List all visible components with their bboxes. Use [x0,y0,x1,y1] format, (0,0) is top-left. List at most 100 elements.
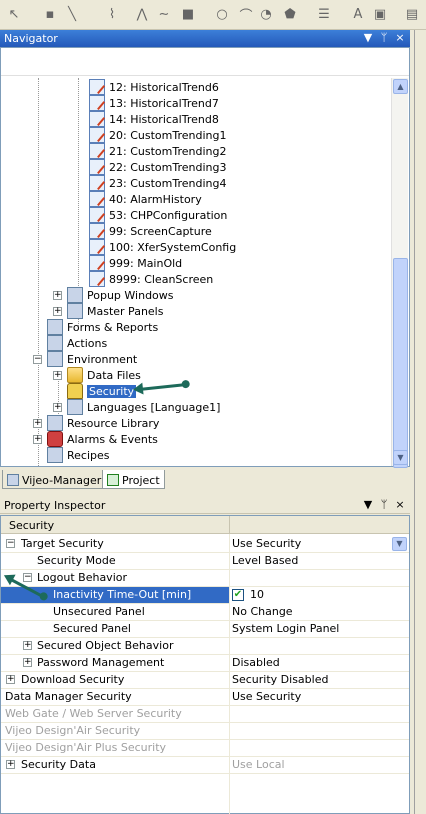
expand-icon[interactable]: + [33,419,42,428]
polyline-tool-icon[interactable]: ⌇ [104,6,120,22]
recipes-icon [47,447,63,463]
screen-icon [89,191,105,207]
expand-icon[interactable]: + [23,641,32,650]
tree-item-popup-windows[interactable]: Popup Windows [67,287,174,303]
enabled-checkbox[interactable]: ✔ [232,589,244,601]
resource-library-icon [47,415,63,431]
screen-icon [89,111,105,127]
expand-icon[interactable]: + [53,307,62,316]
expand-icon[interactable]: + [53,403,62,412]
tree-item-screen[interactable]: 14: HistoricalTrend8 [89,111,219,127]
tree-item-screen[interactable]: 23: CustomTrending4 [89,175,226,191]
tree-item-forms-reports[interactable]: Forms & Reports [47,319,158,335]
scroll-thumb[interactable] [393,258,408,468]
collapse-icon[interactable]: − [23,573,32,582]
tree-item-environment[interactable]: Environment [47,351,137,367]
point-tool-icon[interactable]: ▪ [42,6,58,22]
property-row-download-security[interactable]: + Download Security Security Disabled [1,672,409,689]
collapse-icon[interactable]: − [6,539,15,548]
tree-item-screen[interactable]: 20: CustomTrending1 [89,127,226,143]
tree-item-master-panels[interactable]: Master Panels [67,303,163,319]
property-row-design-air-security: Vijeo Design'Air Security [1,723,409,740]
property-row-security-mode[interactable]: Security Mode Level Based [1,553,409,570]
curve-tool-icon[interactable]: ∼ [156,6,172,22]
navigator-scrollbar[interactable]: ▲ ▼ [391,78,408,468]
polygon-tool-icon[interactable]: ⬟ [282,6,298,22]
expand-icon[interactable]: + [6,760,15,769]
property-inspector-title-bar: Property Inspector ▼ ᛘ × [0,497,410,514]
tree-item-screen[interactable]: 40: AlarmHistory [89,191,202,207]
screen-icon [89,143,105,159]
screen-icon [89,271,105,287]
property-row-target-security[interactable]: − Target Security Use Security ▼ [1,536,409,553]
adjacent-panel-edge [414,30,426,814]
tree-item-screen[interactable]: 8999: CleanScreen [89,271,213,287]
tree-item-languages[interactable]: Languages [Language1] [67,399,220,415]
text-tool-icon[interactable]: A [350,6,366,22]
pin-icon[interactable]: ᛘ [378,498,390,512]
tree-item-screen[interactable]: 53: CHPConfiguration [89,207,227,223]
actions-icon [47,335,63,351]
navigator-title: Navigator [4,32,58,45]
collapse-icon[interactable]: − [33,355,42,364]
expand-icon[interactable]: + [33,435,42,444]
screen-icon [89,223,105,239]
navigator-title-bar: Navigator ▼ ᛘ × [0,30,410,47]
tree-item-screen[interactable]: 22: CustomTrending3 [89,159,226,175]
tab-vijeo-manager[interactable]: Vijeo-Manager [2,470,107,489]
tree-item-screen[interactable]: 999: MainOld [89,255,182,271]
freeform-tool-icon[interactable]: ⋀ [134,6,150,22]
dropdown-icon[interactable]: ▼ [362,498,374,512]
tree-item-screen[interactable]: 21: CustomTrending2 [89,143,226,159]
bitmap-tool-icon[interactable]: ▤ [404,6,420,22]
arc-tool-icon[interactable]: ⌒ [238,6,254,24]
property-row-unsecured-panel[interactable]: Unsecured Panel No Change [1,604,409,621]
close-icon[interactable]: × [394,31,406,45]
property-row-logout-behavior[interactable]: − Logout Behavior [1,570,409,587]
tree-item-screen[interactable]: 13: HistoricalTrend7 [89,95,219,111]
tree-item-data-files[interactable]: Data Files [67,367,141,383]
tree-item-screen[interactable]: 12: HistoricalTrend6 [89,79,219,95]
project-tree: 12: HistoricalTrend6 13: HistoricalTrend… [1,78,391,466]
expand-icon[interactable]: + [53,291,62,300]
tree-item-alarms-events[interactable]: Alarms & Events [47,431,158,447]
line-tool-icon[interactable]: ╲ [64,6,80,22]
tree-item-resource-library[interactable]: Resource Library [47,415,159,431]
property-row-inactivity-timeout[interactable]: Inactivity Time-Out [min] [1,587,229,604]
drawing-toolbar: ↖ ▪ ╲ ⌇ ⋀ ∼ ■ ○ ⌒ ◔ ⬟ ☰ A ▣ ▤ [0,0,426,30]
rectangle-tool-icon[interactable]: ■ [180,6,196,22]
navigator-tabs: Vijeo-Manager Project [0,469,410,491]
inactivity-timeout-value[interactable]: ✔ 10 [232,588,264,601]
tree-item-recipes[interactable]: Recipes [47,447,110,463]
tree-item-screen[interactable]: 99: ScreenCapture [89,223,212,239]
close-icon[interactable]: × [394,498,406,512]
scroll-up-icon[interactable]: ▲ [393,79,408,94]
image-tool-icon[interactable]: ▣ [372,6,388,22]
screen-icon [89,255,105,271]
property-row-password-management[interactable]: + Password Management Disabled [1,655,409,672]
align-tool-icon[interactable]: ☰ [316,6,332,22]
expand-icon[interactable]: + [23,658,32,667]
tab-project[interactable]: Project [102,470,165,489]
dropdown-icon[interactable]: ▼ [392,537,407,551]
property-object-header: Security [1,516,409,534]
property-row-security-data[interactable]: + Security Data Use Local [1,757,409,774]
expand-icon[interactable]: + [53,371,62,380]
tree-item-security[interactable]: Security [67,383,137,399]
screen-icon [89,79,105,95]
pie-tool-icon[interactable]: ◔ [258,6,274,22]
expand-icon[interactable]: + [6,675,15,684]
property-row-design-air-plus-security: Vijeo Design'Air Plus Security [1,740,409,757]
property-row-secured-object-behavior[interactable]: + Secured Object Behavior [1,638,409,655]
property-row-data-manager-security[interactable]: Data Manager Security Use Security [1,689,409,706]
pointer-tool-icon[interactable]: ↖ [6,6,22,22]
scroll-down-icon[interactable]: ▼ [393,450,408,465]
property-row-secured-panel[interactable]: Secured Panel System Login Panel [1,621,409,638]
dropdown-icon[interactable]: ▼ [362,31,374,45]
screen-icon [89,95,105,111]
tree-item-screen[interactable]: 100: XferSystemConfig [89,239,236,255]
ellipse-tool-icon[interactable]: ○ [214,6,230,22]
pin-icon[interactable]: ᛘ [378,31,390,45]
tree-item-actions[interactable]: Actions [47,335,107,351]
property-grid: Security − Target Security Use Security … [0,515,410,814]
